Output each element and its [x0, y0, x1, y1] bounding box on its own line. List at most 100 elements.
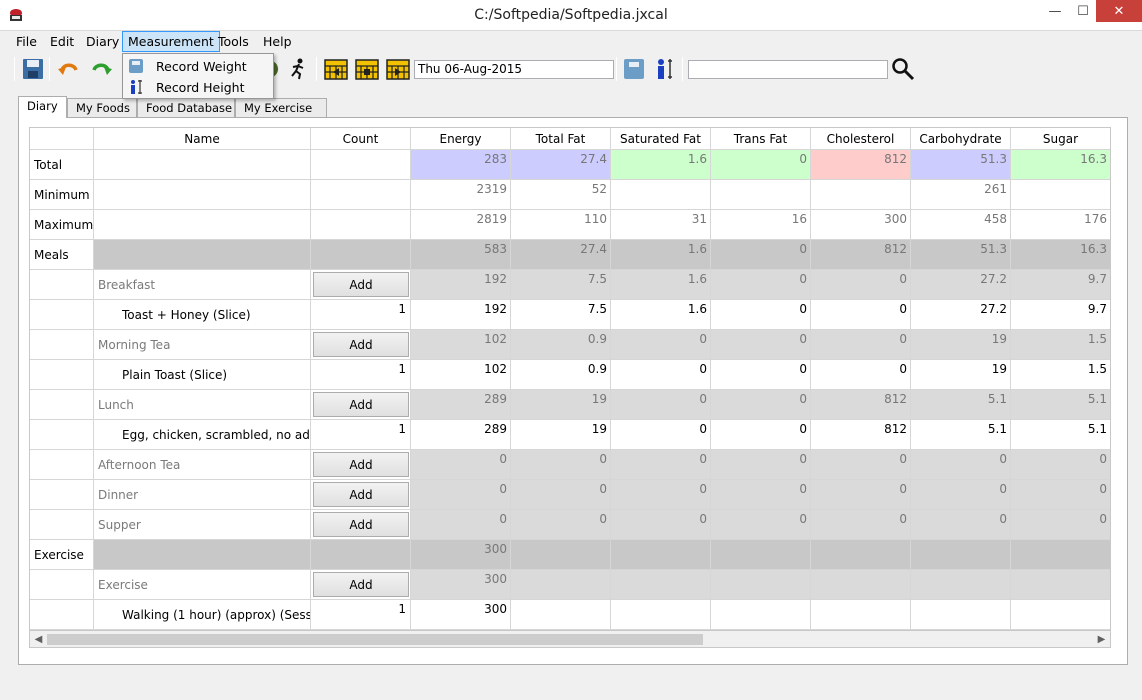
row-name: Plain Toast (Slice) [94, 360, 311, 390]
tab-my-foods[interactable]: My Foods [67, 98, 137, 117]
cell-energy: 583 [411, 240, 511, 270]
close-icon[interactable]: ✕ [1096, 0, 1142, 22]
tab-food-database[interactable]: Food Database [137, 98, 235, 117]
date-field[interactable]: Thu 06-Aug-2015 [414, 60, 614, 79]
menu-help[interactable]: Help [257, 31, 298, 52]
scroll-right-icon[interactable]: ▶ [1094, 632, 1109, 647]
header-total-fat[interactable]: Total Fat [511, 128, 611, 150]
cell-carbohydrate [911, 600, 1011, 630]
header-energy[interactable]: Energy [411, 128, 511, 150]
tab-my-exercise[interactable]: My Exercise [235, 98, 327, 117]
cell-energy: 300 [411, 600, 511, 630]
row-name: Exercise [94, 570, 311, 600]
cell-saturated-fat: 1.6 [611, 300, 711, 330]
cell-cholesterol [811, 180, 911, 210]
row-count: Add [311, 480, 411, 510]
cell-total-fat: 0 [511, 450, 611, 480]
cell-trans-fat: 0 [711, 300, 811, 330]
search-icon[interactable] [891, 57, 915, 81]
row-count [311, 540, 411, 570]
cell-energy: 0 [411, 450, 511, 480]
cell-total-fat: 19 [511, 390, 611, 420]
cell-saturated-fat: 0 [611, 510, 711, 540]
cell-energy: 300 [411, 570, 511, 600]
cell-cholesterol: 812 [811, 420, 911, 450]
cell-cholesterol: 812 [811, 240, 911, 270]
menu-bar: File Edit Diary Measurement Tools Help [0, 31, 1142, 53]
height-icon [131, 80, 142, 94]
cell-total-fat: 27.4 [511, 150, 611, 180]
maximize-icon[interactable]: ☐ [1069, 0, 1097, 22]
cell-saturated-fat: 0 [611, 450, 711, 480]
menu-measurement[interactable]: Measurement [122, 31, 220, 52]
undo-icon[interactable] [57, 57, 81, 81]
cell-sugar [1011, 180, 1110, 210]
cell-cholesterol: 0 [811, 270, 911, 300]
row-label [30, 300, 94, 330]
horizontal-scrollbar[interactable]: ◀ ▶ [29, 631, 1111, 648]
tab-diary[interactable]: Diary [18, 96, 67, 118]
search-input[interactable] [688, 60, 888, 79]
header-carbohydrate[interactable]: Carbohydrate [911, 128, 1011, 150]
header-sugar[interactable]: Sugar [1011, 128, 1110, 150]
scroll-left-icon[interactable]: ◀ [31, 632, 46, 647]
cell-energy: 192 [411, 270, 511, 300]
record-height-item[interactable]: Record Height [123, 77, 273, 98]
row-label: Total [30, 150, 94, 180]
cell-sugar: 0 [1011, 480, 1110, 510]
cell-carbohydrate: 19 [911, 360, 1011, 390]
menu-diary[interactable]: Diary [80, 31, 125, 52]
cell-saturated-fat: 0 [611, 480, 711, 510]
row-count [311, 240, 411, 270]
table-row: Afternoon Tea Add 0 0 0 0 0 0 0 [30, 450, 1110, 480]
menu-tools[interactable]: Tools [212, 31, 255, 52]
cell-energy: 2319 [411, 180, 511, 210]
exercise-icon[interactable] [286, 57, 310, 81]
add-button[interactable]: Add [313, 392, 409, 417]
minimize-icon[interactable]: — [1041, 0, 1069, 22]
header-cholesterol[interactable]: Cholesterol [811, 128, 911, 150]
cell-saturated-fat: 31 [611, 210, 711, 240]
save-icon[interactable] [21, 57, 45, 81]
header-saturated-fat[interactable]: Saturated Fat [611, 128, 711, 150]
cell-cholesterol: 0 [811, 450, 911, 480]
cell-energy: 289 [411, 390, 511, 420]
cell-saturated-fat: 1.6 [611, 240, 711, 270]
add-button[interactable]: Add [313, 512, 409, 537]
header-trans-fat[interactable]: Trans Fat [711, 128, 811, 150]
table-row: Walking (1 hour) (approx) (Session)1300 [30, 600, 1110, 630]
row-name: Afternoon Tea [94, 450, 311, 480]
cell-total-fat: 7.5 [511, 300, 611, 330]
cell-cholesterol: 0 [811, 330, 911, 360]
add-button[interactable]: Add [313, 572, 409, 597]
cell-saturated-fat: 1.6 [611, 150, 711, 180]
cell-trans-fat [711, 180, 811, 210]
redo-icon[interactable] [89, 57, 113, 81]
cell-energy: 300 [411, 540, 511, 570]
table-row: Exercise Add 300 [30, 570, 1110, 600]
weight-icon[interactable] [622, 57, 646, 81]
add-button[interactable]: Add [313, 452, 409, 477]
row-count: 1 [311, 300, 411, 330]
calendar-today-icon[interactable] [355, 57, 379, 81]
add-button[interactable]: Add [313, 482, 409, 507]
cell-trans-fat: 0 [711, 450, 811, 480]
add-button[interactable]: Add [313, 272, 409, 297]
record-weight-item[interactable]: Record Weight [123, 56, 273, 77]
cell-carbohydrate: 0 [911, 480, 1011, 510]
header-name[interactable]: Name [94, 128, 311, 150]
menu-file[interactable]: File [10, 31, 43, 52]
table-row: Plain Toast (Slice) 1 102 0.9 0 0 0 19 1.5 [30, 360, 1110, 390]
height-icon[interactable] [653, 57, 677, 81]
cell-trans-fat: 0 [711, 510, 811, 540]
calendar-prev-icon[interactable] [324, 57, 348, 81]
cell-sugar: 9.7 [1011, 300, 1110, 330]
cell-saturated-fat: 0 [611, 390, 711, 420]
header-count[interactable]: Count [311, 128, 411, 150]
title-bar: C:/Softpedia/Softpedia.jxcal — ☐ ✕ [0, 0, 1142, 31]
add-button[interactable]: Add [313, 332, 409, 357]
row-label [30, 330, 94, 360]
menu-edit[interactable]: Edit [44, 31, 80, 52]
calendar-next-icon[interactable] [386, 57, 410, 81]
scroll-thumb[interactable] [47, 634, 703, 645]
